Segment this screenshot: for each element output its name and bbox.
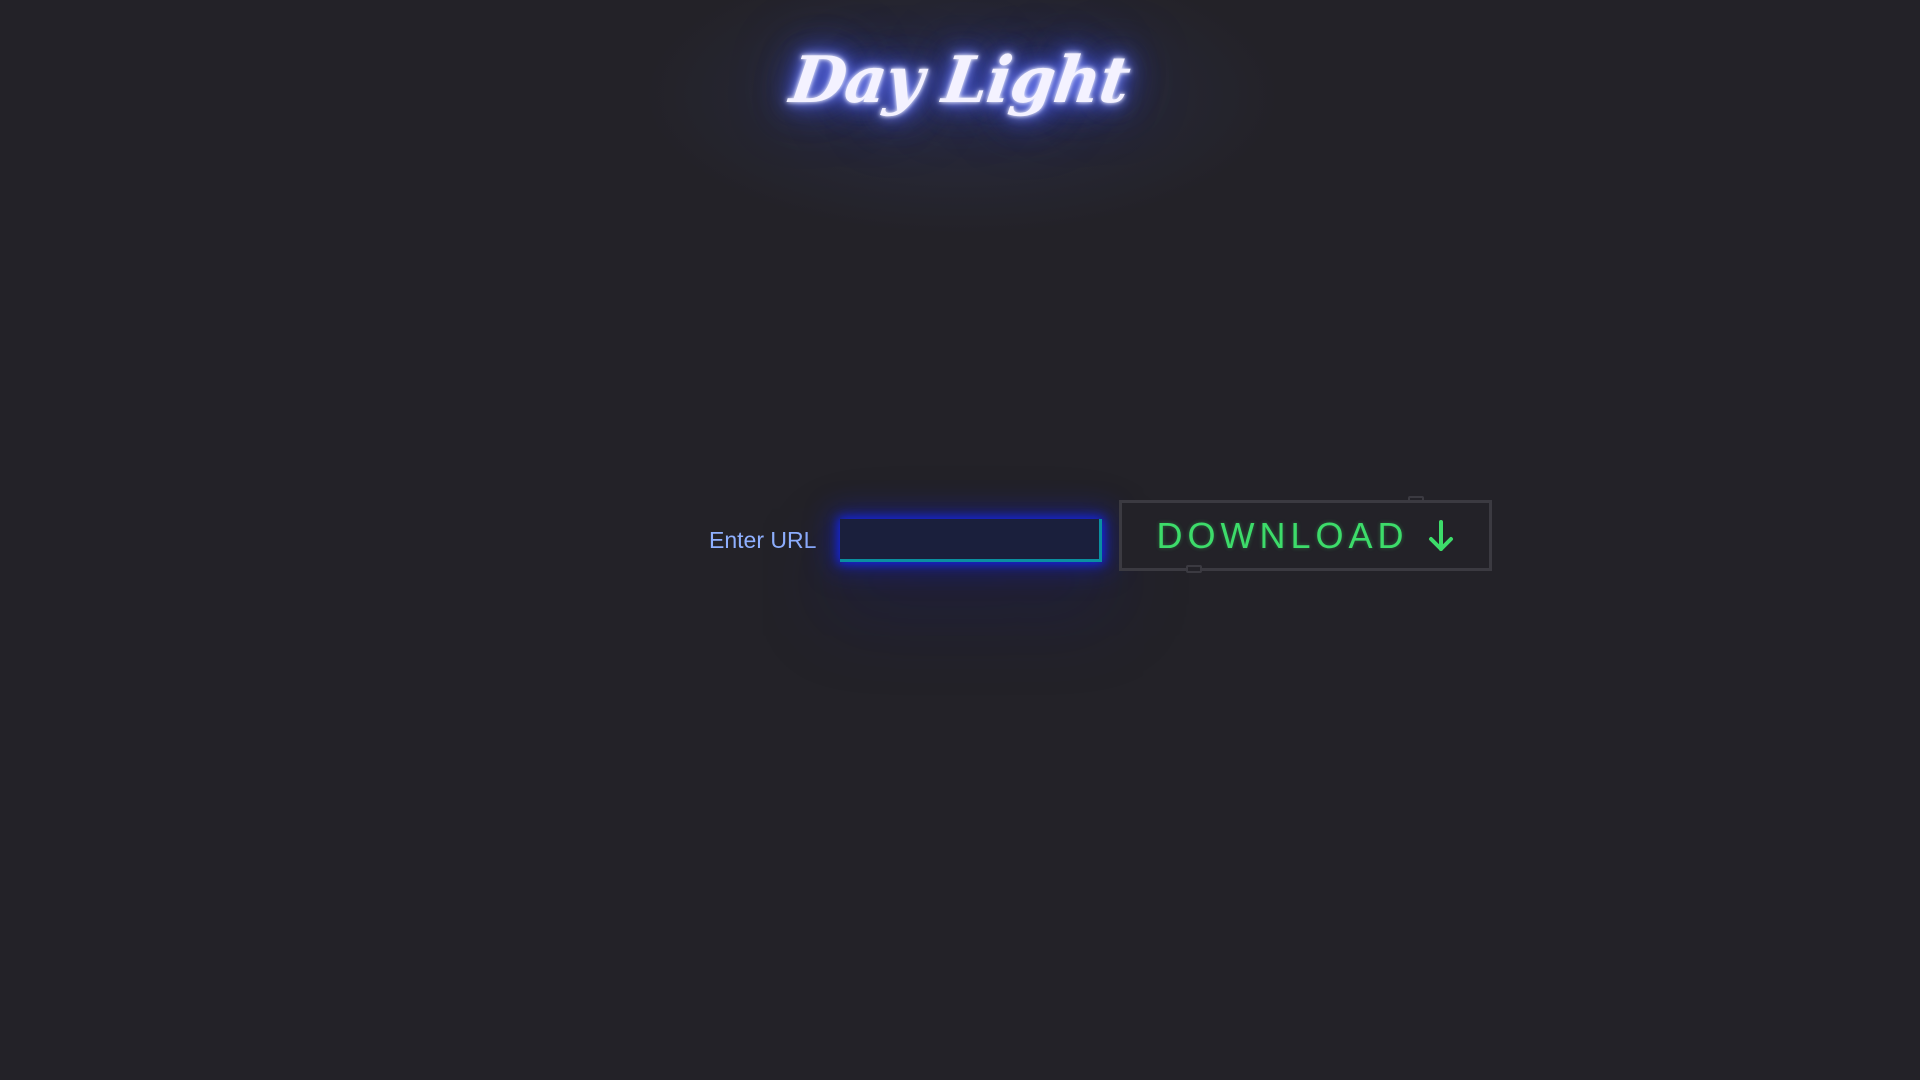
- button-corner-notch: [1186, 565, 1202, 573]
- url-label: Enter URL: [709, 527, 817, 553]
- url-input[interactable]: [840, 519, 1102, 562]
- download-label: DOWNLOAD: [1156, 514, 1409, 556]
- arrow-down-icon: [1428, 519, 1453, 551]
- download-button[interactable]: DOWNLOAD: [1119, 500, 1492, 571]
- url-form: Enter URL DOWNLOAD: [0, 0, 1920, 1080]
